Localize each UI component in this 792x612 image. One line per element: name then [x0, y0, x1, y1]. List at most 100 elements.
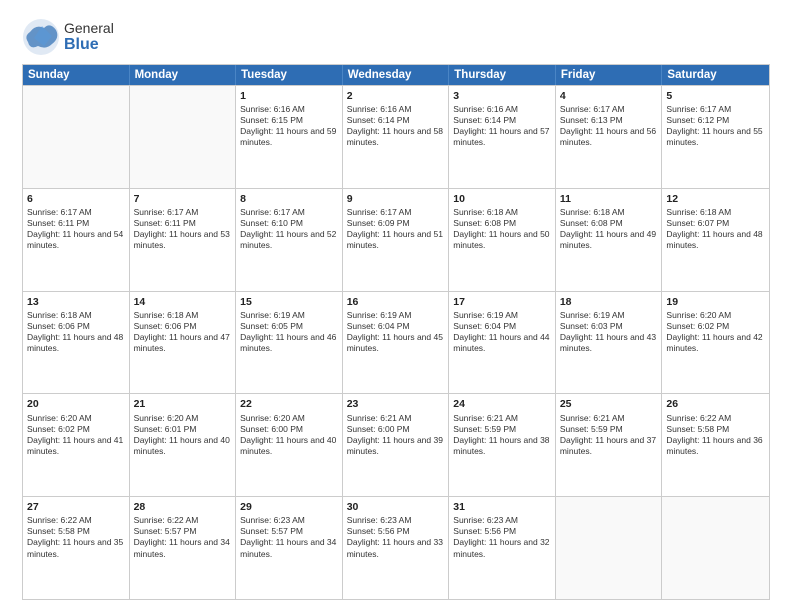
week-row-3: 13Sunrise: 6:18 AM Sunset: 6:06 PM Dayli…: [23, 291, 769, 394]
table-row: 2Sunrise: 6:16 AM Sunset: 6:14 PM Daylig…: [343, 86, 450, 188]
day-number: 3: [453, 89, 551, 103]
table-row: 14Sunrise: 6:18 AM Sunset: 6:06 PM Dayli…: [130, 292, 237, 394]
day-info: Sunrise: 6:19 AM Sunset: 6:04 PM Dayligh…: [347, 310, 445, 354]
table-row: 3Sunrise: 6:16 AM Sunset: 6:14 PM Daylig…: [449, 86, 556, 188]
day-info: Sunrise: 6:17 AM Sunset: 6:09 PM Dayligh…: [347, 207, 445, 251]
day-number: 22: [240, 397, 338, 411]
day-info: Sunrise: 6:23 AM Sunset: 5:56 PM Dayligh…: [453, 515, 551, 559]
table-row: 9Sunrise: 6:17 AM Sunset: 6:09 PM Daylig…: [343, 189, 450, 291]
day-info: Sunrise: 6:17 AM Sunset: 6:13 PM Dayligh…: [560, 104, 658, 148]
table-row: 26 Sunrise: 6:22 AM Sunset: 5:58 PM Dayli…: [662, 394, 769, 496]
table-row: 17Sunrise: 6:19 AM Sunset: 6:04 PM Dayli…: [449, 292, 556, 394]
day-number: 6: [27, 192, 125, 206]
day-number: 11: [560, 192, 658, 206]
logo: General Blue: [22, 18, 114, 56]
table-row: [662, 497, 769, 599]
day-number: 16: [347, 295, 445, 309]
day-number: 20: [27, 397, 125, 411]
day-info: Sunrise: 6:18 AM Sunset: 6:08 PM Dayligh…: [560, 207, 658, 251]
logo-icon: [22, 18, 60, 56]
day-info: Sunrise: 6:22 AM Sunset: 5:58 PM Dayligh…: [666, 413, 765, 457]
day-info: Sunrise: 6:21 AM Sunset: 5:59 PM Dayligh…: [560, 413, 658, 457]
day-number: 24: [453, 397, 551, 411]
table-row: 29Sunrise: 6:23 AM Sunset: 5:57 PM Dayli…: [236, 497, 343, 599]
table-row: 20 Sunrise: 6:20 AM Sunset: 6:02 PM Dayli…: [23, 394, 130, 496]
day-number: 28: [134, 500, 232, 514]
day-info: Sunrise: 6:17 AM Sunset: 6:11 PM Dayligh…: [134, 207, 232, 251]
table-row: 8Sunrise: 6:17 AM Sunset: 6:10 PM Daylig…: [236, 189, 343, 291]
day-number: 8: [240, 192, 338, 206]
table-row: 25 Sunrise: 6:21 AM Sunset: 5:59 PM Dayli…: [556, 394, 663, 496]
header-thursday: Thursday: [449, 65, 556, 85]
calendar-body: 1Sunrise: 6:16 AM Sunset: 6:15 PM Daylig…: [23, 85, 769, 599]
day-info: Sunrise: 6:19 AM Sunset: 6:05 PM Dayligh…: [240, 310, 338, 354]
week-row-1: 1Sunrise: 6:16 AM Sunset: 6:15 PM Daylig…: [23, 85, 769, 188]
day-number: 7: [134, 192, 232, 206]
day-info: Sunrise: 6:17 AM Sunset: 6:11 PM Dayligh…: [27, 207, 125, 251]
day-info: Sunrise: 6:18 AM Sunset: 6:07 PM Dayligh…: [666, 207, 765, 251]
day-number: 4: [560, 89, 658, 103]
day-number: 17: [453, 295, 551, 309]
day-number: 25: [560, 397, 658, 411]
day-info: Sunrise: 6:21 AM Sunset: 5:59 PM Dayligh…: [453, 413, 551, 457]
header-tuesday: Tuesday: [236, 65, 343, 85]
day-number: 27: [27, 500, 125, 514]
table-row: 28Sunrise: 6:22 AM Sunset: 5:57 PM Dayli…: [130, 497, 237, 599]
day-number: 14: [134, 295, 232, 309]
day-number: 1: [240, 89, 338, 103]
week-row-2: 6Sunrise: 6:17 AM Sunset: 6:11 PM Daylig…: [23, 188, 769, 291]
table-row: 15Sunrise: 6:19 AM Sunset: 6:05 PM Dayli…: [236, 292, 343, 394]
logo-general: General: [64, 21, 114, 36]
day-info: Sunrise: 6:22 AM Sunset: 5:58 PM Dayligh…: [27, 515, 125, 559]
day-info: Sunrise: 6:20 AM Sunset: 6:02 PM Dayligh…: [666, 310, 765, 354]
header-sunday: Sunday: [23, 65, 130, 85]
day-number: 23: [347, 397, 445, 411]
day-info: Sunrise: 6:20 AM Sunset: 6:01 PM Dayligh…: [134, 413, 232, 457]
header-friday: Friday: [556, 65, 663, 85]
day-number: 31: [453, 500, 551, 514]
table-row: 18Sunrise: 6:19 AM Sunset: 6:03 PM Dayli…: [556, 292, 663, 394]
day-info: Sunrise: 6:20 AM Sunset: 6:02 PM Dayligh…: [27, 413, 125, 457]
day-info: Sunrise: 6:18 AM Sunset: 6:08 PM Dayligh…: [453, 207, 551, 251]
table-row: [130, 86, 237, 188]
day-info: Sunrise: 6:16 AM Sunset: 6:14 PM Dayligh…: [347, 104, 445, 148]
day-number: 19: [666, 295, 765, 309]
day-number: 9: [347, 192, 445, 206]
table-row: 5Sunrise: 6:17 AM Sunset: 6:12 PM Daylig…: [662, 86, 769, 188]
day-number: 10: [453, 192, 551, 206]
header-wednesday: Wednesday: [343, 65, 450, 85]
table-row: 21 Sunrise: 6:20 AM Sunset: 6:01 PM Dayli…: [130, 394, 237, 496]
page: General Blue Sunday Monday Tuesday Wedne…: [0, 0, 792, 612]
table-row: [23, 86, 130, 188]
week-row-5: 27Sunrise: 6:22 AM Sunset: 5:58 PM Dayli…: [23, 496, 769, 599]
table-row: 27Sunrise: 6:22 AM Sunset: 5:58 PM Dayli…: [23, 497, 130, 599]
table-row: 7Sunrise: 6:17 AM Sunset: 6:11 PM Daylig…: [130, 189, 237, 291]
header-saturday: Saturday: [662, 65, 769, 85]
table-row: 1Sunrise: 6:16 AM Sunset: 6:15 PM Daylig…: [236, 86, 343, 188]
day-number: 18: [560, 295, 658, 309]
day-number: 29: [240, 500, 338, 514]
day-number: 30: [347, 500, 445, 514]
day-info: Sunrise: 6:17 AM Sunset: 6:12 PM Dayligh…: [666, 104, 765, 148]
day-number: 12: [666, 192, 765, 206]
day-number: 5: [666, 89, 765, 103]
header: General Blue: [22, 18, 770, 56]
day-info: Sunrise: 6:23 AM Sunset: 5:57 PM Dayligh…: [240, 515, 338, 559]
day-info: Sunrise: 6:23 AM Sunset: 5:56 PM Dayligh…: [347, 515, 445, 559]
day-number: 21: [134, 397, 232, 411]
day-number: 15: [240, 295, 338, 309]
day-info: Sunrise: 6:17 AM Sunset: 6:10 PM Dayligh…: [240, 207, 338, 251]
table-row: 10Sunrise: 6:18 AM Sunset: 6:08 PM Dayli…: [449, 189, 556, 291]
table-row: [556, 497, 663, 599]
day-number: 26: [666, 397, 765, 411]
table-row: 24 Sunrise: 6:21 AM Sunset: 5:59 PM Dayli…: [449, 394, 556, 496]
table-row: 30Sunrise: 6:23 AM Sunset: 5:56 PM Dayli…: [343, 497, 450, 599]
day-number: 2: [347, 89, 445, 103]
table-row: 23Sunrise: 6:21 AM Sunset: 6:00 PM Dayli…: [343, 394, 450, 496]
day-info: Sunrise: 6:20 AM Sunset: 6:00 PM Dayligh…: [240, 413, 338, 457]
table-row: 19Sunrise: 6:20 AM Sunset: 6:02 PM Dayli…: [662, 292, 769, 394]
table-row: 22 Sunrise: 6:20 AM Sunset: 6:00 PM Dayli…: [236, 394, 343, 496]
calendar: Sunday Monday Tuesday Wednesday Thursday…: [22, 64, 770, 600]
day-number: 13: [27, 295, 125, 309]
day-info: Sunrise: 6:18 AM Sunset: 6:06 PM Dayligh…: [27, 310, 125, 354]
